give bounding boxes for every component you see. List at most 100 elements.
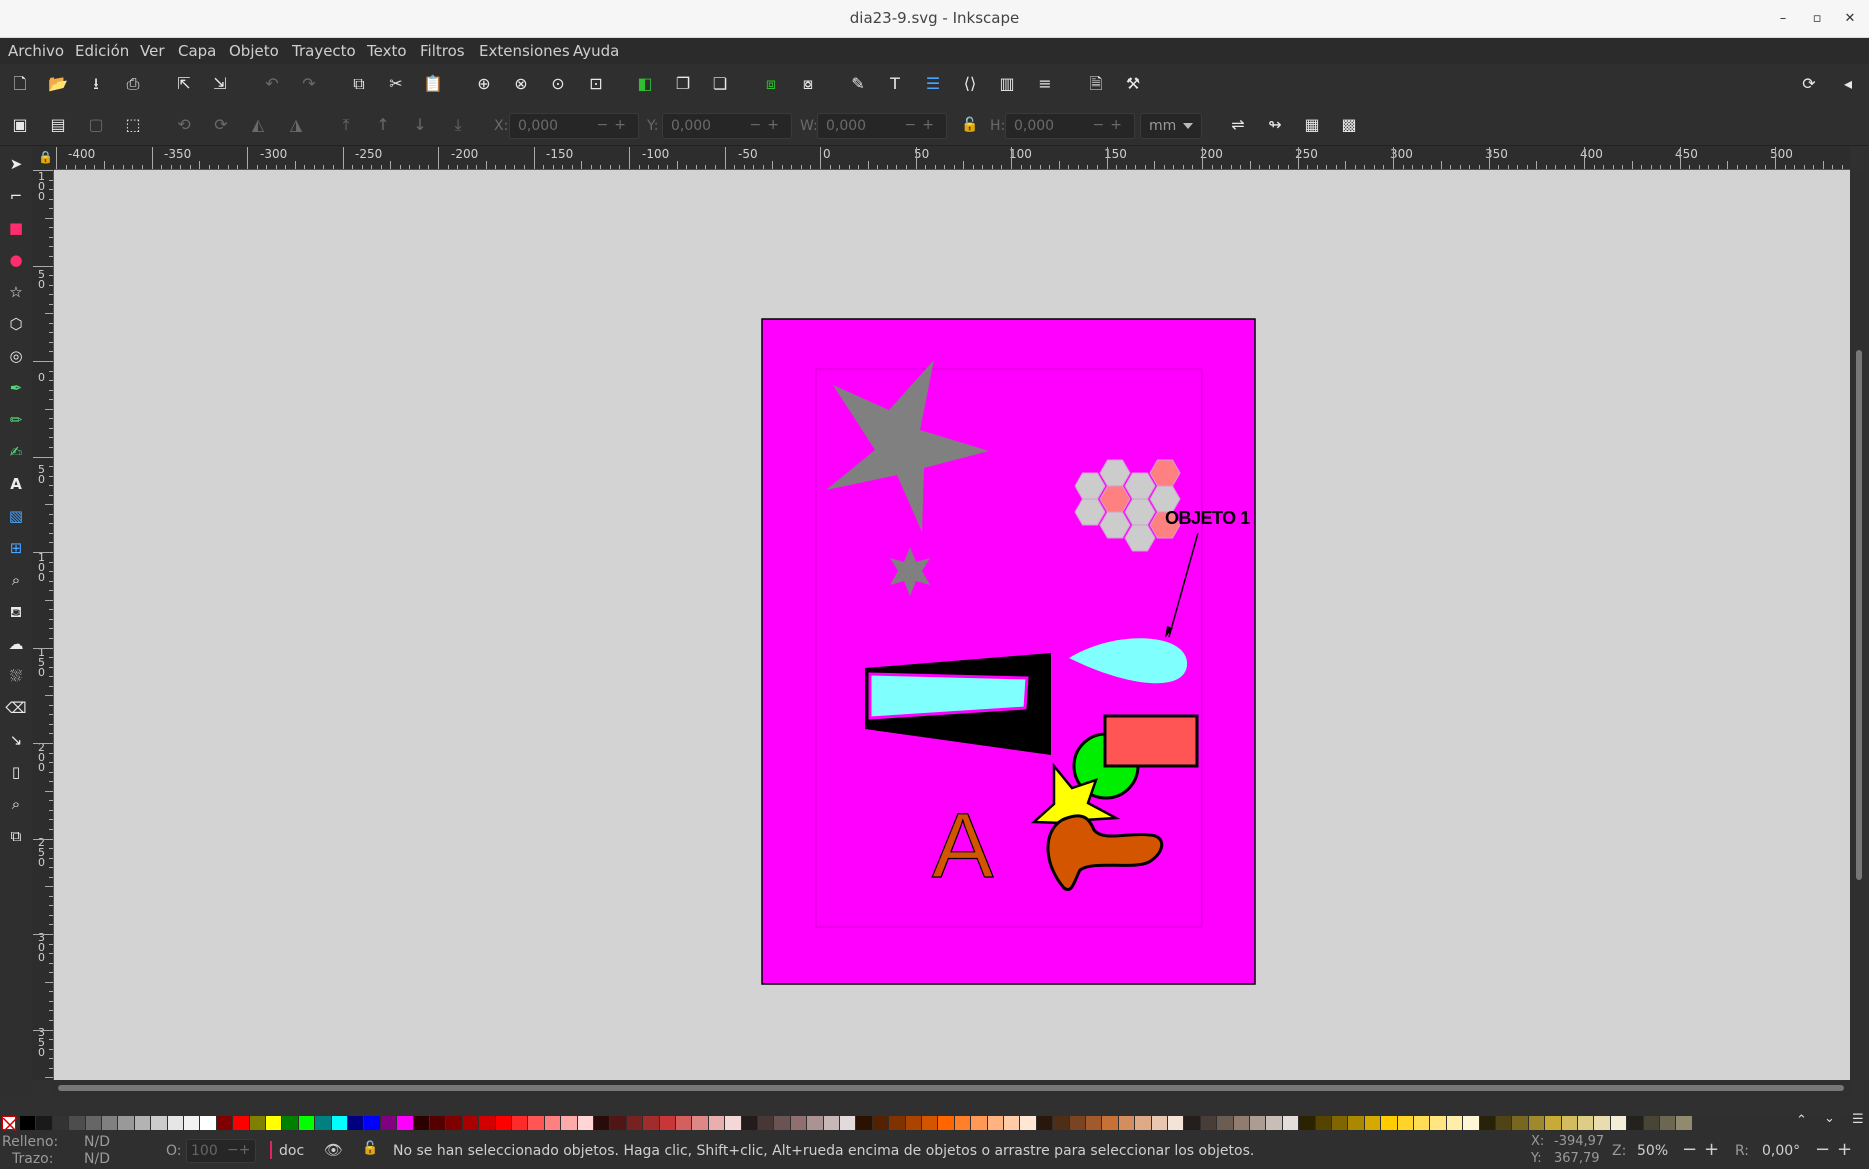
menu-extensiones[interactable]: Extensiones bbox=[479, 42, 570, 60]
redo-icon[interactable]: ↷ bbox=[297, 72, 321, 96]
preferences-icon[interactable]: ⚒ bbox=[1121, 72, 1145, 96]
gradient-tool-icon[interactable]: ▧ bbox=[4, 504, 28, 528]
color-swatch[interactable] bbox=[512, 1116, 528, 1130]
visibility-icon[interactable]: 👁 bbox=[324, 1141, 343, 1159]
color-swatch[interactable] bbox=[1561, 1116, 1577, 1130]
xml-icon[interactable]: ⟨⟩ bbox=[958, 72, 982, 96]
color-swatch[interactable] bbox=[1250, 1116, 1266, 1130]
color-swatch[interactable] bbox=[1086, 1116, 1102, 1130]
select-all-icon[interactable]: ▣ bbox=[8, 113, 32, 137]
color-swatch[interactable] bbox=[872, 1116, 889, 1130]
red-rectangle[interactable] bbox=[1103, 714, 1199, 768]
menu-icon[interactable]: ☰ bbox=[1852, 1112, 1864, 1127]
color-swatch[interactable] bbox=[1004, 1116, 1020, 1130]
rectangle-tool-icon[interactable]: ■ bbox=[4, 216, 28, 240]
color-swatch[interactable] bbox=[643, 1116, 659, 1130]
color-swatch[interactable] bbox=[954, 1116, 971, 1130]
pages-tool-icon[interactable]: ▯ bbox=[4, 760, 28, 784]
menu-archivo[interactable]: Archivo bbox=[8, 42, 64, 60]
transform-patterns-icon[interactable]: ▩ bbox=[1337, 113, 1361, 137]
color-swatch[interactable] bbox=[20, 1116, 36, 1130]
color-swatch[interactable] bbox=[856, 1116, 872, 1130]
color-swatch[interactable] bbox=[1053, 1116, 1069, 1130]
horizontal-ruler[interactable]: -400 -350 -300 -250 -200 -150 -100 -50 0… bbox=[54, 146, 1850, 170]
zoom-page-icon[interactable]: ⊙ bbox=[546, 72, 570, 96]
color-swatch[interactable] bbox=[69, 1116, 85, 1130]
expand-icon[interactable]: ◂ bbox=[1836, 72, 1860, 96]
select-all-layers-icon[interactable]: ▤ bbox=[46, 113, 70, 137]
raise-icon[interactable]: ↑ bbox=[371, 113, 395, 137]
unit-select[interactable]: mm bbox=[1140, 113, 1202, 139]
stroke-indicator[interactable]: N/D bbox=[84, 1151, 110, 1167]
unlink-clone-icon[interactable]: ❏ bbox=[708, 72, 732, 96]
drawing-canvas[interactable]: OBJETO 1 A bbox=[54, 170, 1850, 1080]
undo-icon[interactable]: ↶ bbox=[260, 72, 284, 96]
color-swatch[interactable] bbox=[758, 1116, 774, 1130]
save-icon[interactable]: ⭳ bbox=[84, 72, 108, 96]
color-swatch[interactable] bbox=[1479, 1116, 1495, 1130]
color-swatch[interactable] bbox=[626, 1116, 643, 1130]
color-swatch[interactable] bbox=[889, 1116, 905, 1130]
paint-bucket-tool-icon[interactable]: ⛾ bbox=[4, 600, 28, 624]
x-field[interactable]: X: 0,000 −+ bbox=[494, 113, 639, 139]
text-font-icon[interactable]: T bbox=[883, 72, 907, 96]
color-swatch[interactable] bbox=[315, 1116, 331, 1130]
document-properties-icon[interactable]: 🗎 bbox=[1084, 72, 1108, 96]
y-stepper-icon[interactable]: −+ bbox=[750, 117, 785, 133]
lower-to-bottom-icon[interactable]: ⤓ bbox=[446, 113, 470, 137]
vertical-scroll-thumb[interactable] bbox=[1856, 350, 1862, 880]
duplicate-icon[interactable]: ◧ bbox=[633, 72, 657, 96]
color-swatch[interactable] bbox=[1512, 1116, 1528, 1130]
close-button[interactable]: ✕ bbox=[1838, 7, 1862, 31]
w-stepper-icon[interactable]: −+ bbox=[905, 117, 940, 133]
copy-icon[interactable]: ⧉ bbox=[347, 72, 371, 96]
text-tool-icon[interactable]: A bbox=[4, 472, 28, 496]
tweak-tool-icon[interactable]: ☁ bbox=[4, 632, 28, 656]
lock-guides-icon[interactable]: 🔒 bbox=[38, 150, 53, 164]
maximize-button[interactable]: ▫ bbox=[1805, 7, 1829, 31]
color-swatch[interactable] bbox=[446, 1116, 462, 1130]
menu-filtros[interactable]: Filtros bbox=[420, 42, 465, 60]
measure-tool-icon[interactable]: ⧉ bbox=[4, 824, 28, 848]
pencil-tool-icon[interactable]: ✏ bbox=[4, 408, 28, 432]
color-swatch[interactable] bbox=[1168, 1116, 1184, 1130]
color-swatch[interactable] bbox=[1594, 1116, 1610, 1130]
x-stepper-icon[interactable]: −+ bbox=[597, 117, 632, 133]
color-swatch[interactable] bbox=[298, 1116, 315, 1130]
color-swatch[interactable] bbox=[36, 1116, 52, 1130]
color-swatch[interactable] bbox=[1200, 1116, 1217, 1130]
color-swatch[interactable] bbox=[1266, 1116, 1282, 1130]
color-swatch[interactable] bbox=[840, 1116, 856, 1130]
color-swatch[interactable] bbox=[151, 1116, 167, 1130]
zoom-in-icon[interactable]: + bbox=[1704, 1139, 1719, 1160]
color-swatch[interactable] bbox=[102, 1116, 118, 1130]
h-field[interactable]: H: 0,000 −+ bbox=[990, 113, 1135, 139]
star-tool-icon[interactable]: ☆ bbox=[4, 280, 28, 304]
rotation-value[interactable]: 0,00° bbox=[1762, 1143, 1800, 1159]
menu-ayuda[interactable]: Ayuda bbox=[573, 42, 619, 60]
zoom-selection-icon[interactable]: ⊕ bbox=[472, 72, 496, 96]
snap-icon[interactable]: ⟳ bbox=[1797, 72, 1821, 96]
xml-editor-icon[interactable]: ✎ bbox=[846, 72, 870, 96]
lower-icon[interactable]: ↓ bbox=[408, 113, 432, 137]
y-field[interactable]: Y: 0,000 −+ bbox=[647, 113, 792, 139]
menu-capa[interactable]: Capa bbox=[178, 42, 216, 60]
color-swatch[interactable] bbox=[348, 1116, 364, 1130]
color-swatch[interactable] bbox=[1315, 1116, 1331, 1130]
horizontal-scrollbar[interactable] bbox=[54, 1080, 1850, 1096]
color-swatch[interactable] bbox=[413, 1116, 429, 1130]
spray-tool-icon[interactable]: ⛆ bbox=[4, 664, 28, 688]
color-swatch[interactable] bbox=[725, 1116, 741, 1130]
color-swatch[interactable] bbox=[1135, 1116, 1151, 1130]
color-swatch[interactable] bbox=[1381, 1116, 1397, 1130]
color-swatch[interactable] bbox=[692, 1116, 708, 1130]
color-swatch[interactable] bbox=[462, 1116, 479, 1130]
fill-indicator[interactable]: N/D bbox=[84, 1134, 110, 1150]
new-document-icon[interactable]: 🗋 bbox=[8, 72, 32, 96]
color-swatch[interactable] bbox=[676, 1116, 692, 1130]
cut-icon[interactable]: ✂ bbox=[384, 72, 408, 96]
lock-ratio-icon[interactable]: 🔓 bbox=[958, 113, 982, 137]
color-swatch[interactable] bbox=[1217, 1116, 1233, 1130]
chevron-down-icon[interactable]: ⌄ bbox=[1824, 1111, 1835, 1126]
color-swatch[interactable] bbox=[233, 1116, 249, 1130]
